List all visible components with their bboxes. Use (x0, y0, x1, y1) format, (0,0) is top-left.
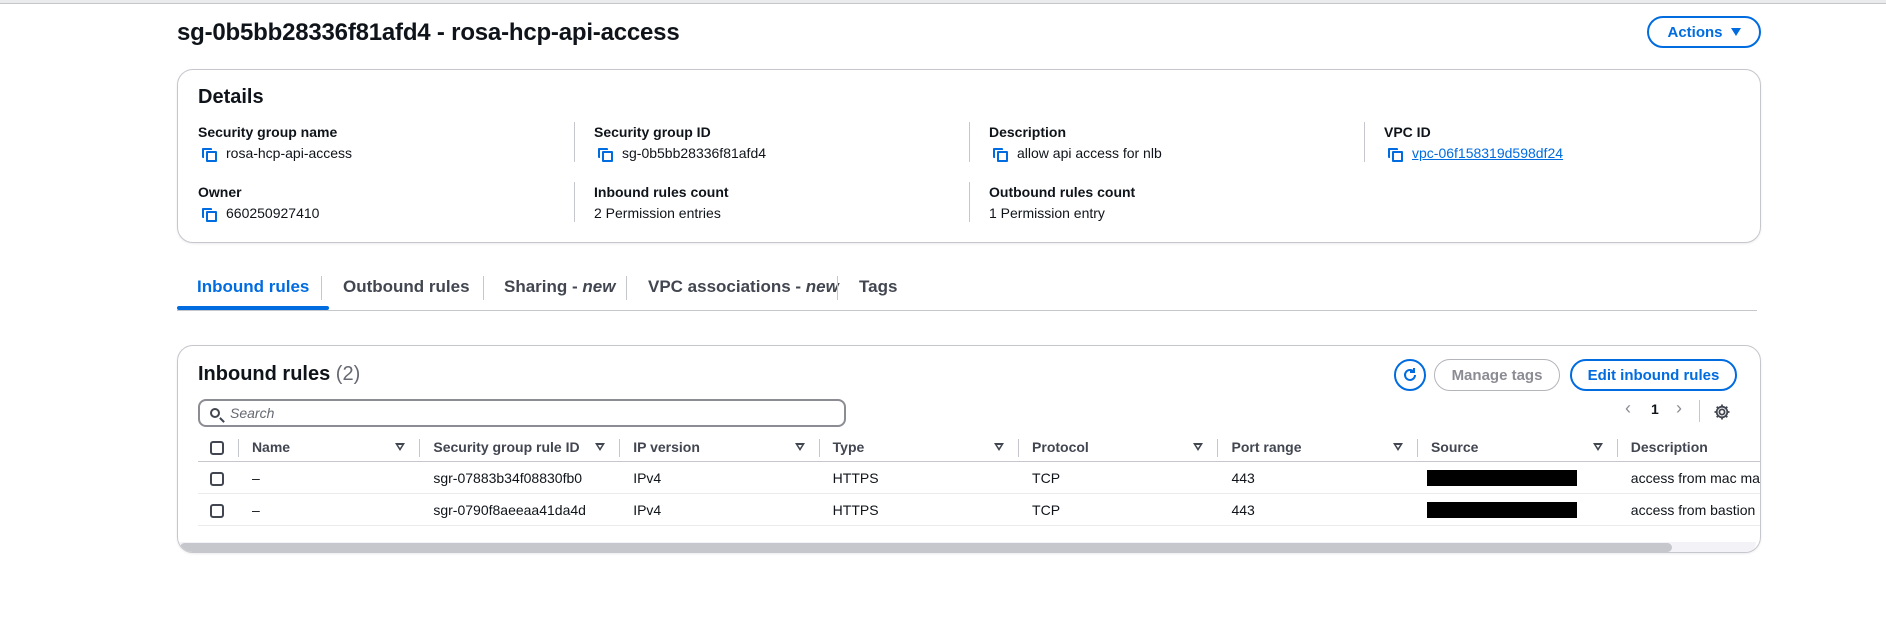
field-owner: Owner 660250927410 (198, 184, 320, 222)
details-title: Details (198, 86, 264, 108)
inbound-rules-table: Name Security group rule ID IP version T… (198, 433, 1760, 526)
field-outbound-count: Outbound rules count 1 Permission entry (989, 184, 1136, 221)
copy-icon[interactable] (202, 145, 218, 162)
copy-icon[interactable] (598, 145, 614, 162)
divider (969, 122, 970, 162)
sort-icon (395, 443, 406, 451)
tab-divider (837, 276, 838, 300)
table-row[interactable]: – sgr-0790f8aeeaa41da4d IPv4 HTTPS TCP 4… (198, 493, 1760, 526)
tab-divider (626, 276, 627, 300)
cell-rule-id: sgr-0790f8aeeaa41da4d (419, 493, 620, 526)
cell-port-range: 443 (1217, 493, 1417, 526)
column-header-ip-version[interactable]: IP version (619, 433, 819, 462)
gear-icon[interactable] (1713, 403, 1731, 421)
copy-icon[interactable] (993, 145, 1009, 162)
cell-ip-version: IPv4 (619, 493, 819, 526)
search-field[interactable] (198, 399, 846, 427)
tab-divider (483, 276, 484, 300)
cell-name: – (237, 493, 420, 526)
chevron-left-icon[interactable]: ‹ (1625, 398, 1631, 419)
table-row[interactable]: – sgr-07883b34f08830fb0 IPv4 HTTPS TCP 4… (198, 461, 1760, 494)
sort-icon (1392, 443, 1403, 451)
column-header-rule-id[interactable]: Security group rule ID (419, 433, 620, 462)
field-description: Description allow api access for nlb (989, 124, 1162, 162)
divider (574, 182, 575, 222)
cell-ip-version: IPv4 (619, 461, 819, 494)
horizontal-scrollbar[interactable] (180, 543, 1672, 552)
cell-name: – (237, 461, 420, 494)
page-number[interactable]: 1 (1651, 401, 1659, 417)
chevron-right-icon[interactable]: › (1676, 398, 1682, 419)
actions-label: Actions (1667, 23, 1723, 41)
inbound-rules-heading: Inbound rules (2) (198, 363, 361, 385)
cell-protocol: TCP (1018, 461, 1218, 494)
row-checkbox[interactable] (210, 471, 224, 486)
tab-divider (321, 276, 322, 300)
field-vpc-id: VPC ID vpc-06f158319d598df24 (1384, 124, 1564, 162)
refresh-button[interactable] (1394, 359, 1426, 391)
top-border (0, 0, 1886, 4)
vpc-id-link[interactable]: vpc-06f158319d598df24 (1412, 144, 1563, 162)
tab-bar: Inbound rules Outbound rules Sharing - n… (177, 266, 1757, 311)
details-panel: Details Security group name rosa-hcp-api… (177, 69, 1761, 243)
cell-type: HTTPS (818, 493, 1019, 526)
tab-tags[interactable]: Tags (859, 266, 897, 308)
select-all-checkbox[interactable] (210, 441, 224, 456)
page-title: sg-0b5bb28336f81afd4 - rosa-hcp-api-acce… (177, 19, 680, 46)
cell-type: HTTPS (818, 461, 1019, 494)
column-header-name[interactable]: Name (237, 433, 420, 462)
divider (574, 122, 575, 162)
sort-icon (794, 443, 805, 451)
cell-source (1416, 493, 1617, 526)
redacted-source (1426, 470, 1577, 487)
sort-icon (1193, 443, 1204, 451)
manage-tags-button[interactable]: Manage tags (1434, 359, 1560, 391)
edit-inbound-rules-button[interactable]: Edit inbound rules (1570, 359, 1737, 391)
search-input[interactable] (228, 404, 832, 422)
cell-description: access from bastion (1616, 493, 1760, 526)
rule-count: (2) (335, 363, 361, 385)
actions-button[interactable]: Actions (1647, 16, 1761, 48)
search-icon (210, 408, 220, 418)
sort-icon (595, 443, 606, 451)
active-tab-indicator (177, 306, 330, 310)
cell-rule-id: sgr-07883b34f08830fb0 (419, 461, 620, 494)
column-header-source[interactable]: Source (1416, 433, 1617, 462)
cell-description: access from mac ma (1616, 461, 1760, 494)
tab-outbound-rules[interactable]: Outbound rules (343, 266, 470, 308)
field-security-group-id: Security group ID sg-0b5bb28336f81afd4 (594, 124, 767, 162)
divider (969, 182, 970, 222)
field-security-group-name: Security group name rosa-hcp-api-access (198, 124, 353, 162)
redacted-source (1426, 502, 1577, 519)
column-header-description[interactable]: Description (1616, 433, 1760, 462)
sort-icon (1592, 443, 1603, 451)
divider (1364, 122, 1365, 162)
column-header-port-range[interactable]: Port range (1217, 433, 1417, 462)
column-header-type[interactable]: Type (818, 433, 1019, 462)
cell-source (1416, 461, 1617, 494)
copy-icon[interactable] (1388, 145, 1404, 162)
tab-vpc-associations[interactable]: VPC associations - new (648, 266, 839, 308)
cell-protocol: TCP (1018, 493, 1218, 526)
row-checkbox[interactable] (210, 503, 224, 518)
cell-port-range: 443 (1217, 461, 1417, 494)
refresh-icon (1404, 368, 1416, 381)
caret-down-icon (1730, 28, 1741, 36)
tab-inbound-rules[interactable]: Inbound rules (177, 266, 330, 310)
sort-icon (994, 443, 1005, 451)
inbound-rules-panel: Inbound rules (2) Manage tags Edit inbou… (177, 345, 1761, 553)
divider (1699, 400, 1700, 422)
field-inbound-count: Inbound rules count 2 Permission entries (594, 184, 729, 221)
tab-sharing[interactable]: Sharing - new (504, 266, 615, 308)
column-header-protocol[interactable]: Protocol (1018, 433, 1218, 462)
copy-icon[interactable] (202, 205, 218, 222)
select-all-cell (198, 433, 238, 462)
table-header-row: Name Security group rule ID IP version T… (198, 433, 1760, 462)
